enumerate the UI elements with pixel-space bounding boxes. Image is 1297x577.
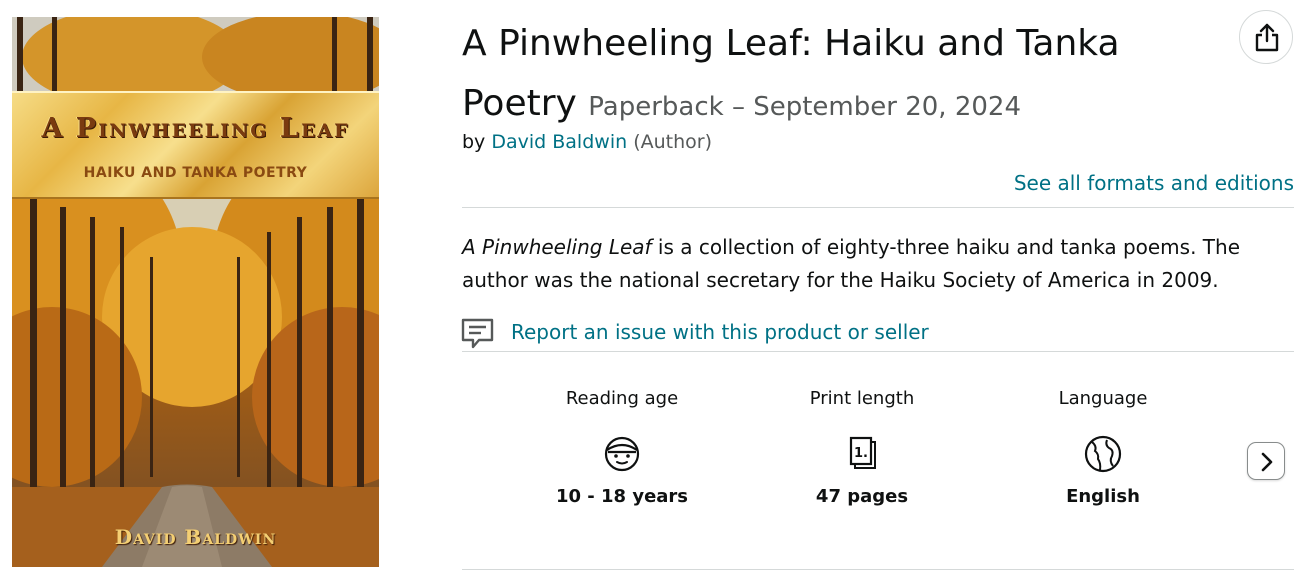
book-cover-image[interactable]: A Pinwheeling Leaf HAIKU AND TANKA POETR… — [12, 17, 379, 567]
feedback-icon — [461, 318, 494, 349]
attribute-reading-age[interactable]: Reading age 10 - 18 years — [502, 388, 742, 507]
author-role: (Author) — [633, 131, 712, 153]
report-issue-label[interactable]: Report an issue with this product or sel… — [511, 320, 929, 344]
product-title-block: A Pinwheeling Leaf: Haiku and Tanka Poet… — [462, 14, 1222, 137]
cover-subtitle: HAIKU AND TANKA POETRY — [83, 165, 308, 181]
author-link[interactable]: David Baldwin — [491, 131, 627, 153]
attribute-label: Print length — [809, 388, 915, 409]
cover-title: A Pinwheeling Leaf — [41, 113, 350, 144]
svg-text:1.: 1. — [854, 446, 868, 461]
divider — [462, 351, 1294, 352]
attribute-value: 10 - 18 years — [555, 486, 689, 507]
attribute-print-length[interactable]: Print length 1. 47 pages — [742, 388, 982, 507]
product-format-date: Paperback – September 20, 2024 — [588, 92, 1021, 122]
attribute-language[interactable]: Language English — [983, 388, 1223, 507]
child-face-icon — [604, 436, 640, 472]
share-icon — [1255, 23, 1279, 52]
share-button[interactable] — [1239, 10, 1293, 64]
see-all-formats-link[interactable]: See all formats and editions — [1014, 171, 1294, 195]
product-description: A Pinwheeling Leaf is a collection of ei… — [462, 231, 1292, 297]
divider — [462, 207, 1294, 208]
globe-icon — [1084, 435, 1122, 473]
chevron-right-icon — [1261, 452, 1273, 472]
attribute-value: English — [1066, 486, 1140, 507]
attribute-label: Reading age — [565, 388, 679, 409]
cover-author: David Baldwin — [114, 525, 277, 549]
carousel-next-button[interactable] — [1247, 442, 1285, 480]
description-book-title: A Pinwheeling Leaf — [462, 235, 652, 259]
byline-prefix: by — [462, 131, 486, 153]
attribute-label: Language — [1058, 388, 1148, 409]
attribute-value: 47 pages — [815, 486, 909, 507]
pages-icon: 1. — [849, 436, 876, 469]
byline: by David Baldwin (Author) — [462, 131, 712, 153]
divider — [462, 569, 1294, 570]
cover-title-band — [12, 91, 379, 199]
